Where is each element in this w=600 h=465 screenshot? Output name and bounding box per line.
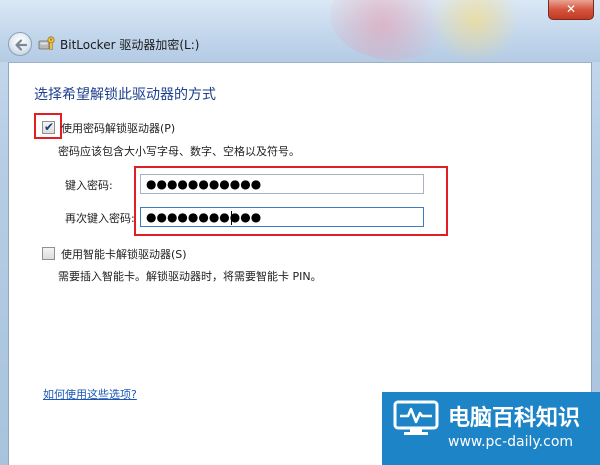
page-title: 选择希望解锁此驱动器的方式 — [34, 87, 216, 103]
highlight-box-password-fields — [134, 166, 448, 236]
confirm-password-label: 再次键入密码: — [65, 212, 135, 225]
background-decoration — [420, 0, 530, 60]
watermark-name: 电脑百科知识 — [448, 406, 581, 431]
enter-password-label: 键入密码: — [65, 179, 113, 192]
highlight-box-checkbox — [34, 113, 62, 139]
smartcard-hint: 需要插入智能卡。解锁驱动器时，将需要智能卡 PIN。 — [58, 270, 322, 283]
back-button[interactable] — [8, 32, 32, 56]
password-option-label: 使用密码解锁驱动器(P) — [61, 122, 176, 135]
watermark: 电脑百科知识 www.pc-daily.com — [382, 392, 600, 465]
close-icon: ✕ — [565, 2, 577, 16]
smartcard-checkbox[interactable] — [42, 247, 55, 260]
password-hint: 密码应该包含大小写字母、数字、空格以及符号。 — [58, 145, 300, 158]
bitlocker-key-icon — [38, 36, 55, 50]
monitor-pulse-icon — [393, 400, 439, 435]
back-arrow-icon — [15, 39, 28, 51]
window-title: BitLocker 驱动器加密(L:) — [60, 38, 200, 52]
close-button[interactable]: ✕ — [548, 0, 594, 20]
help-link[interactable]: 如何使用这些选项? — [43, 386, 137, 402]
smartcard-option-label: 使用智能卡解锁驱动器(S) — [61, 248, 187, 261]
watermark-url: www.pc-daily.com — [448, 434, 574, 450]
